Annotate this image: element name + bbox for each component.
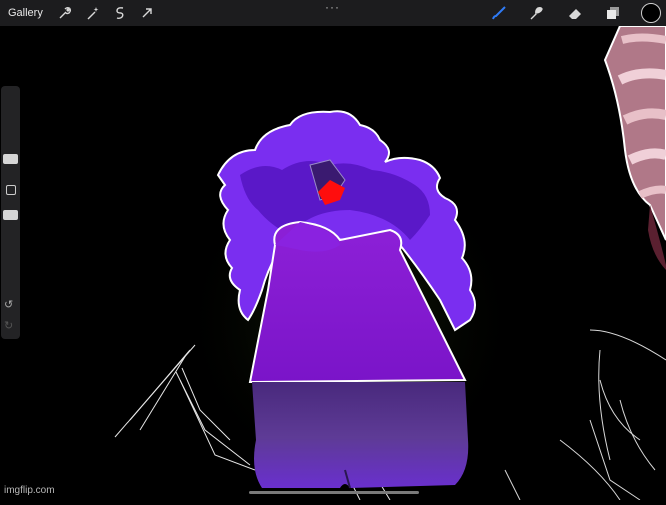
redo-button[interactable]: ↻ [4, 319, 13, 332]
home-indicator [249, 491, 419, 494]
artwork [0, 25, 666, 501]
character-legs [252, 382, 469, 489]
drawing-canvas[interactable] [0, 25, 666, 501]
modify-button[interactable] [6, 185, 16, 195]
opacity-slider[interactable] [3, 210, 18, 220]
layers-icon[interactable] [604, 4, 622, 22]
transform-arrow-icon[interactable] [138, 4, 156, 22]
left-sidebar: ↺ ↻ [1, 86, 20, 339]
watermark: imgflip.com [4, 485, 55, 496]
gallery-button[interactable]: Gallery [8, 7, 43, 19]
brush-icon[interactable] [490, 4, 508, 22]
color-picker-button[interactable] [641, 3, 661, 23]
more-menu-button[interactable]: ··· [325, 0, 340, 14]
smudge-icon[interactable] [527, 4, 545, 22]
brush-size-slider[interactable] [3, 154, 18, 164]
eraser-icon[interactable] [566, 4, 584, 22]
top-toolbar: Gallery ··· [0, 0, 666, 26]
selection-icon[interactable] [111, 4, 129, 22]
magic-wand-icon[interactable] [84, 4, 102, 22]
undo-button[interactable]: ↺ [4, 298, 13, 311]
wrench-icon[interactable] [56, 4, 74, 22]
